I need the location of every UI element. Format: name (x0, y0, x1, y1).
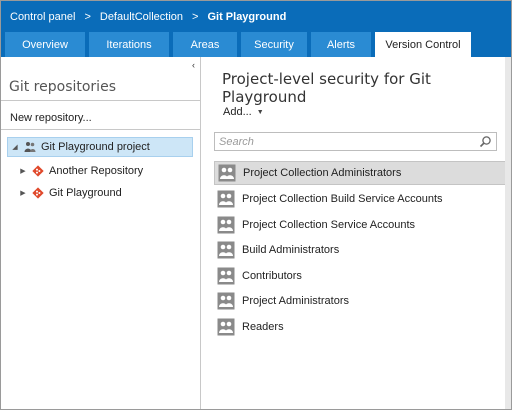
tree-item-git-playground[interactable]: ▶ Git Playground (19, 183, 189, 203)
expanded-triangle-icon[interactable]: ◢ (11, 143, 19, 151)
group-row[interactable]: Project Collection Build Service Account… (214, 187, 507, 211)
breadcrumb-collection[interactable]: DefaultCollection (100, 11, 183, 23)
group-label: Project Collection Administrators (243, 167, 402, 179)
search-box (214, 132, 497, 151)
group-label: Readers (242, 321, 284, 333)
breadcrumb-separator: > (192, 11, 199, 23)
group-icon (217, 292, 235, 310)
collapsed-triangle-icon[interactable]: ▶ (19, 167, 27, 175)
tab-iterations[interactable]: Iterations (89, 32, 169, 57)
scrollbar[interactable] (505, 57, 511, 409)
group-label: Project Collection Build Service Account… (242, 193, 443, 205)
breadcrumb-control-panel[interactable]: Control panel (10, 11, 75, 23)
group-label: Build Administrators (242, 244, 340, 256)
header-bar: Control panel > DefaultCollection > Git … (1, 1, 511, 57)
group-row[interactable]: Project Administrators (214, 289, 507, 313)
tree-item-label: Another Repository (49, 165, 144, 177)
new-repository-link[interactable]: New repository... (10, 112, 92, 124)
group-icon (217, 318, 235, 336)
group-icon (217, 190, 235, 208)
add-menu-label: Add... (223, 106, 252, 118)
page-title: Project-level security for Git Playgroun… (222, 70, 431, 106)
tab-areas[interactable]: Areas (173, 32, 237, 57)
breadcrumb-current-project: Git Playground (207, 11, 287, 23)
tree-item-team-project[interactable]: ◢ Git Playground project (7, 137, 193, 157)
group-icon (217, 267, 235, 285)
group-icon (217, 216, 235, 234)
tab-version-control[interactable]: Version Control (375, 32, 471, 57)
right-panel: Project-level security for Git Playgroun… (202, 57, 511, 409)
add-menu-button[interactable]: Add... ▼ (223, 106, 264, 118)
search-icon[interactable] (479, 135, 492, 148)
breadcrumb: Control panel > DefaultCollection > Git … (10, 9, 286, 25)
divider (1, 129, 200, 130)
group-row[interactable]: Readers (214, 315, 507, 339)
group-label: Project Administrators (242, 295, 349, 307)
panel-title: Git repositories (9, 79, 116, 95)
group-row[interactable]: Contributors (214, 264, 507, 288)
breadcrumb-separator: > (84, 11, 91, 23)
tree-item-label: Git Playground project (41, 141, 150, 153)
group-label: Contributors (242, 270, 302, 282)
group-label: Project Collection Service Accounts (242, 219, 416, 231)
chevron-down-icon: ▼ (256, 108, 264, 116)
tree-item-another-repository[interactable]: ▶ Another Repository (19, 161, 189, 181)
tab-bar: Overview Iterations Areas Security Alert… (1, 32, 471, 57)
group-row[interactable]: Project Collection Administrators (214, 161, 507, 185)
git-repo-icon (32, 187, 44, 199)
group-row[interactable]: Build Administrators (214, 238, 507, 262)
collapse-panel-icon[interactable]: ‹ (192, 60, 195, 70)
group-row[interactable]: Project Collection Service Accounts (214, 213, 507, 237)
group-icon (217, 241, 235, 259)
search-input[interactable] (215, 133, 470, 150)
group-icon (218, 164, 236, 182)
collapsed-triangle-icon[interactable]: ▶ (19, 189, 27, 197)
tab-overview[interactable]: Overview (5, 32, 85, 57)
git-repo-icon (32, 165, 44, 177)
tab-security[interactable]: Security (241, 32, 307, 57)
left-panel: ‹ Git repositories New repository... ◢ G… (1, 57, 201, 409)
team-project-icon (24, 142, 36, 152)
tab-alerts[interactable]: Alerts (311, 32, 371, 57)
tree-item-label: Git Playground (49, 187, 122, 199)
divider (1, 100, 200, 101)
